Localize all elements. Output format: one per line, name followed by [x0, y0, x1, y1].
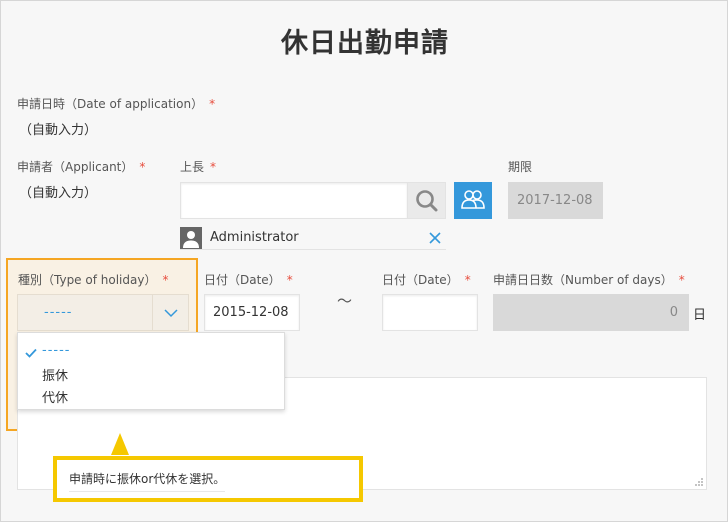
selected-user-name: Administrator: [210, 230, 299, 245]
dropdown-toggle[interactable]: [152, 295, 188, 330]
chevron-down-icon: [164, 309, 178, 318]
supervisor-search-button[interactable]: [408, 182, 446, 219]
form-container: 休日出勤申請 申請日時（Date of application） * （自動入力）…: [0, 0, 728, 522]
date-from-label: 日付（Date） *: [204, 271, 293, 288]
search-icon: [416, 190, 438, 212]
date-from-input[interactable]: 2015-12-08: [204, 294, 300, 331]
holiday-type-label-text: 種別（Type of holiday）: [18, 273, 157, 287]
callout-text: 申請時に振休or代休を選択。: [69, 470, 226, 492]
number-of-days-field: 0: [493, 294, 689, 331]
annotation-callout: 申請時に振休or代休を選択。: [53, 456, 363, 502]
dropdown-option-furikyu[interactable]: 振休: [42, 365, 68, 384]
required-mark: *: [209, 97, 216, 111]
deadline-field: 2017-12-08: [508, 182, 603, 219]
remove-user-button[interactable]: [428, 230, 442, 249]
required-mark: *: [464, 273, 471, 287]
applicant-label-text: 申請者（Applicant）: [17, 160, 134, 174]
days-unit: 日: [693, 308, 707, 323]
date-to-label-text: 日付（Date）: [382, 273, 459, 287]
application-date-label: 申請日時（Date of application） *: [17, 95, 215, 112]
users-icon: [461, 190, 485, 209]
supervisor-search-input[interactable]: [180, 182, 408, 219]
dropdown-option-daikyu[interactable]: 代休: [42, 387, 68, 406]
required-mark: *: [678, 273, 685, 287]
selected-user-chip: Administrator: [180, 227, 446, 250]
date-range-separator: ～: [337, 292, 353, 310]
applicant-label: 申請者（Applicant） *: [17, 158, 145, 175]
holiday-type-select[interactable]: -----: [17, 294, 189, 331]
date-to-input[interactable]: [382, 294, 478, 331]
date-to-label: 日付（Date） *: [382, 271, 471, 288]
number-of-days-label: 申請日日数（Number of days） *: [493, 271, 685, 288]
required-mark: *: [162, 273, 169, 287]
required-mark: *: [139, 160, 146, 174]
required-mark: *: [286, 273, 293, 287]
applicant-value: （自動入力）: [19, 186, 98, 201]
holiday-type-dropdown-menu: ----- 振休 代休: [17, 332, 285, 410]
deadline-label: 期限: [508, 160, 533, 174]
resize-grip-icon[interactable]: [694, 477, 704, 487]
page-title: 休日出勤申請: [281, 28, 449, 59]
supervisor-label-text: 上長: [180, 160, 205, 174]
application-date-value: （自動入力）: [19, 123, 98, 138]
date-from-label-text: 日付（Date）: [204, 273, 281, 287]
holiday-type-selected-value: -----: [44, 305, 73, 320]
check-icon: [25, 348, 37, 358]
supervisor-label: 上長 *: [180, 158, 216, 175]
callout-pointer: [111, 433, 129, 455]
required-mark: *: [210, 160, 217, 174]
dropdown-option-none[interactable]: -----: [42, 343, 70, 358]
number-of-days-label-text: 申請日日数（Number of days）: [493, 273, 673, 287]
holiday-type-label: 種別（Type of holiday） *: [18, 271, 168, 288]
application-date-label-text: 申請日時（Date of application）: [17, 97, 204, 111]
close-icon: [429, 232, 441, 244]
user-avatar-icon: [180, 227, 202, 249]
organization-select-button[interactable]: [454, 182, 492, 219]
